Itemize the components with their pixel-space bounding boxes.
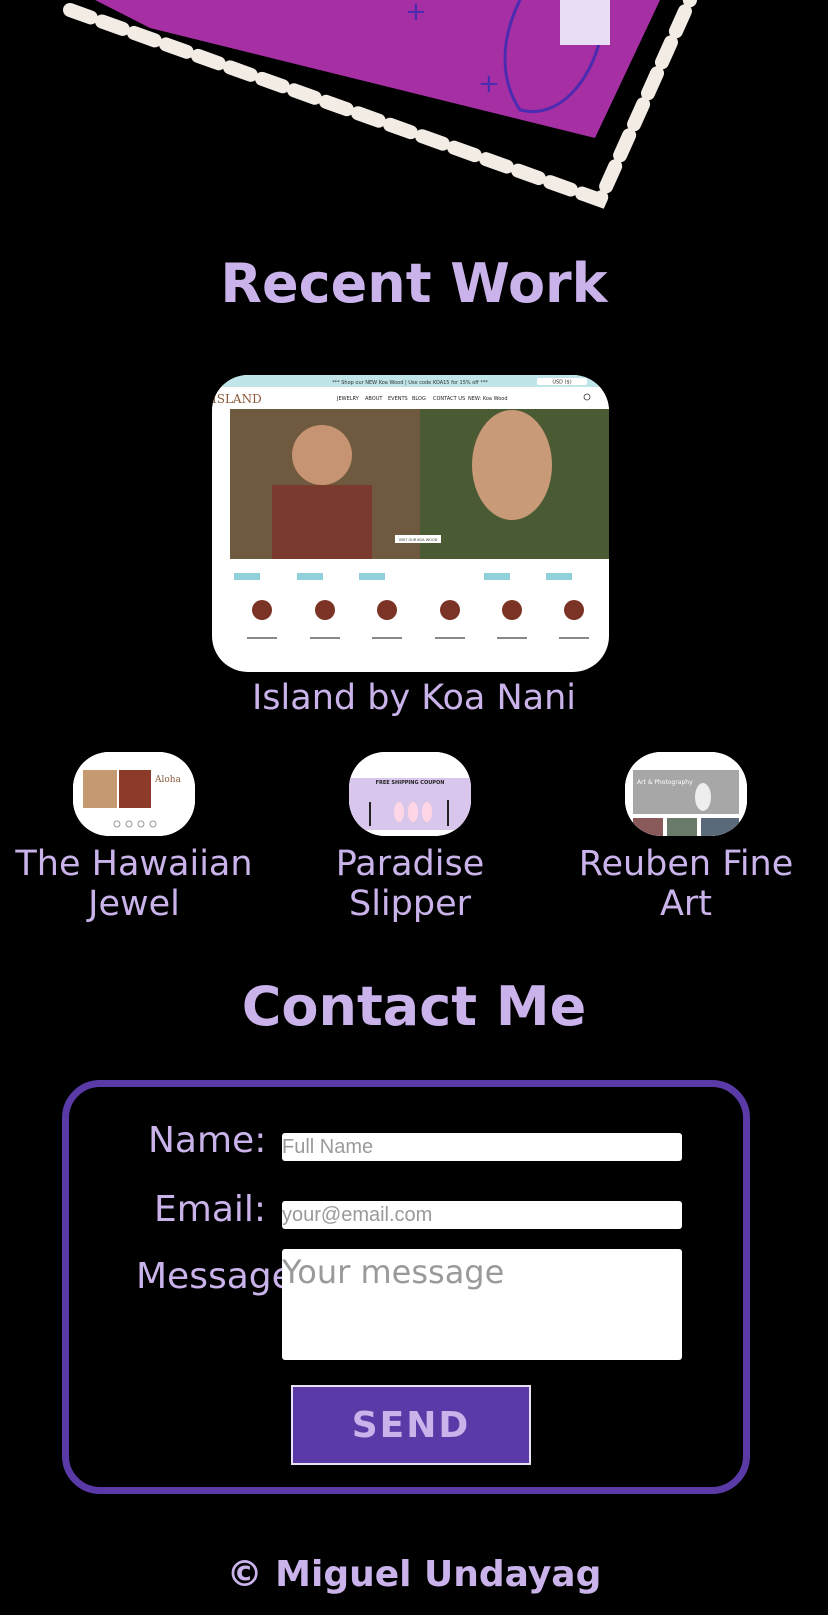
name-field[interactable] [282, 1133, 682, 1161]
project-card-reuben-fine-art[interactable]: Art & Photography Reuben Fine Art [556, 752, 816, 924]
nav-item: JEWELRY [336, 396, 360, 402]
svg-text:+: + [478, 69, 500, 99]
contact-me-title: Contact Me [241, 975, 587, 1038]
hero-cta-text: VISIT OUR KOA WOOD [399, 538, 438, 542]
project-caption[interactable]: Reuben Fine Art [556, 844, 816, 924]
featured-project-thumbnail[interactable]: *** Shop our NEW Koa Wood | Use code KOA… [212, 375, 609, 672]
nav-item: BLOG [412, 396, 426, 402]
currency-selector: USD ($) [552, 380, 571, 386]
nav-item: NEW: Koa Wood [468, 396, 508, 402]
hero-illustration: + + [63, 0, 697, 209]
project-caption[interactable]: Paradise Slipper [280, 844, 540, 924]
email-field[interactable] [282, 1201, 682, 1229]
project-card-paradise-slipper[interactable]: FREE SHIPPING COUPON Paradise Slipper [280, 752, 540, 924]
project-caption[interactable]: The Hawaiian Jewel [4, 844, 264, 924]
message-field[interactable] [282, 1249, 682, 1360]
nav-item: EVENTS [388, 396, 408, 402]
project-thumbnail[interactable]: FREE SHIPPING COUPON [349, 752, 471, 836]
send-button[interactable]: SEND [291, 1385, 531, 1465]
nav-item: ABOUT [365, 396, 383, 402]
featured-site-screenshot: *** Shop our NEW Koa Wood | Use code KOA… [212, 375, 609, 639]
email-label: Email: [154, 1189, 267, 1230]
svg-text:+: + [405, 0, 427, 27]
project-thumbnail[interactable]: Aloha [73, 752, 195, 836]
project-badge: Aloha [154, 775, 182, 785]
featured-logo: ISLAND [212, 392, 262, 406]
nav-item: CONTACT US [433, 396, 465, 402]
featured-project-caption[interactable]: Island by Koa Nani [0, 678, 828, 718]
recent-work-title: Recent Work [220, 252, 608, 315]
footer-copyright: © Miguel Undayag [226, 1554, 602, 1595]
message-label: Message: [136, 1256, 306, 1297]
project-thumbnail[interactable]: Art & Photography [625, 752, 747, 836]
project-banner: FREE SHIPPING COUPON [376, 780, 445, 786]
promo-bar-text: *** Shop our NEW Koa Wood | Use code KOA… [332, 380, 488, 386]
project-banner: Art & Photography [637, 779, 693, 786]
name-label: Name: [148, 1120, 267, 1161]
project-card-hawaiian-jewel[interactable]: Aloha The Hawaiian Jewel [4, 752, 264, 924]
